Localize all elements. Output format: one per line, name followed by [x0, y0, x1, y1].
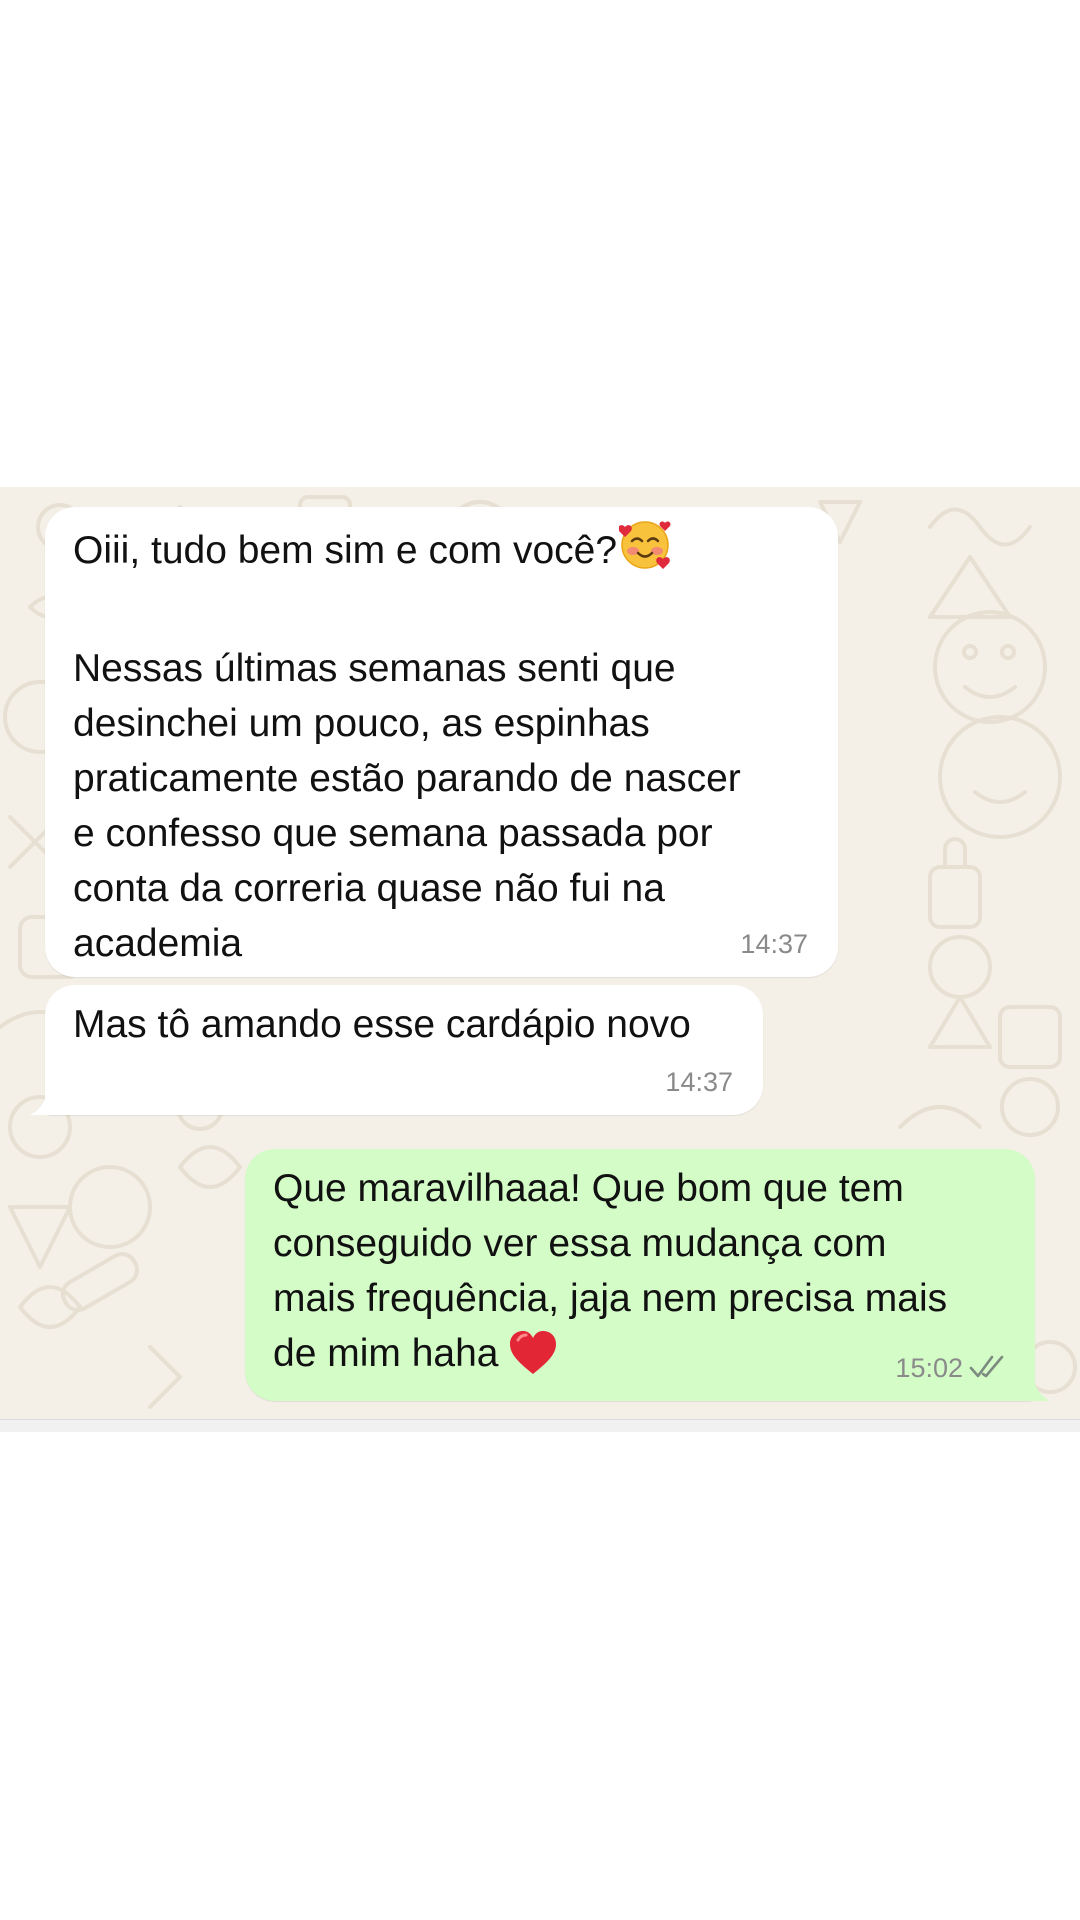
incoming-message-2[interactable]: Mas tô amando esse cardápio novo 14:37	[45, 985, 763, 1115]
chat-bottom-divider	[0, 1419, 1080, 1432]
message-timestamp: 15:02	[895, 1353, 963, 1383]
message-timestamp: 14:37	[665, 1067, 733, 1097]
incoming-message-1[interactable]: Oiii, tudo bem sim e com você? Nessas úl…	[45, 507, 838, 977]
bubble-tail	[1012, 1371, 1050, 1401]
chat-area: Oiii, tudo bem sim e com você? Nessas úl…	[0, 487, 1080, 1420]
message-text-line: Oiii, tudo bem sim e com você?	[73, 529, 618, 572]
message-text: Mas tô amando esse cardápio novo	[73, 1003, 691, 1046]
double-check-icon	[969, 1355, 1004, 1378]
smiling-face-with-hearts-emoji	[618, 519, 671, 586]
message-text: Oiii, tudo bem sim e com você?	[73, 519, 810, 586]
outgoing-message[interactable]: Que maravilhaaa! Que bom que tem consegu…	[245, 1149, 1035, 1401]
bubble-tail	[30, 1087, 68, 1115]
message-text-body: Que maravilhaaa! Que bom que tem consegu…	[273, 1167, 948, 1375]
red-heart-emoji	[508, 1330, 558, 1391]
message-text: Nessas últimas semanas senti que desinch…	[73, 647, 741, 965]
message-timestamp: 14:37	[740, 929, 808, 959]
